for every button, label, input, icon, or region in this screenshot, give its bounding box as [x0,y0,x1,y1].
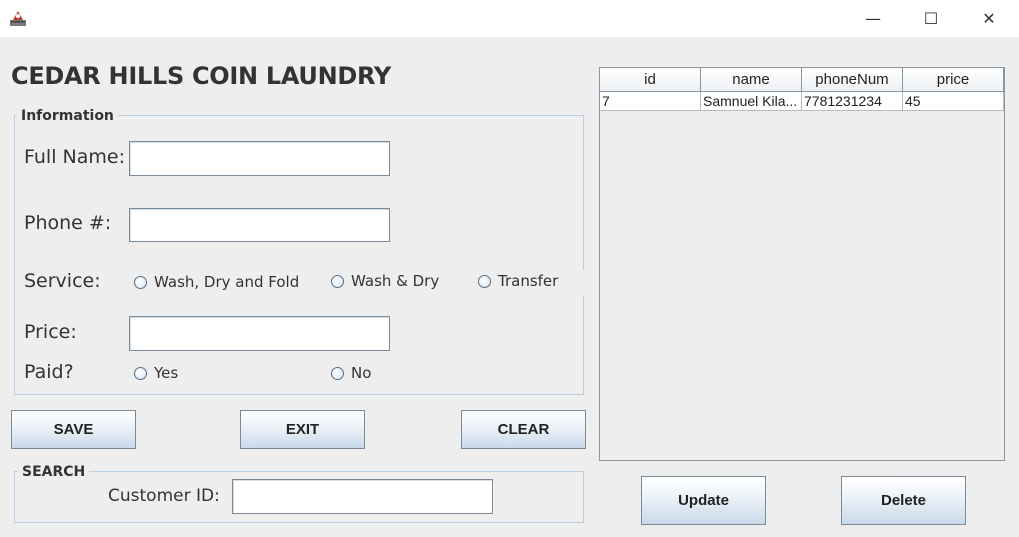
full-name-input[interactable] [129,141,390,176]
service-option-label: Transfer [498,272,559,290]
paid-yes-radio[interactable]: Yes [134,364,178,382]
column-header-price[interactable]: price [903,68,1004,92]
search-group-title: SEARCH [18,464,90,480]
customer-table[interactable]: id name phoneNum price 7 Samnuel Kila...… [599,67,1005,461]
service-wash-dry-radio[interactable]: Wash & Dry [331,272,439,290]
table-row[interactable]: 7 Samnuel Kila... 7781231234 45 [600,92,1004,111]
radio-unselected-icon [478,274,491,288]
radio-unselected-icon [134,366,147,380]
paid-option-label: No [351,364,372,382]
radio-unselected-icon [134,275,147,289]
table-cell-name: Samnuel Kila... [701,92,802,111]
table-header: id name phoneNum price [600,68,1004,92]
exit-button[interactable]: EXIT [240,410,365,449]
table-cell-phonenum: 7781231234 [802,92,903,111]
java-app-icon [8,8,28,28]
close-button[interactable]: ✕ [960,0,1018,37]
delete-button[interactable]: Delete [841,476,966,525]
column-header-phonenum[interactable]: phoneNum [802,68,903,92]
customer-id-label: Customer ID: [108,486,220,506]
service-option-label: Wash, Dry and Fold [154,273,300,291]
table-cell-price: 45 [903,92,1004,111]
column-header-id[interactable]: id [600,68,701,92]
table-cell-id: 7 [600,92,701,111]
window-title-bar: — ☐ ✕ [0,0,1019,37]
radio-unselected-icon [331,366,344,380]
maximize-icon: ☐ [923,9,939,28]
update-button[interactable]: Update [641,476,766,525]
minimize-icon: — [865,9,881,28]
price-input[interactable] [129,316,390,351]
full-name-label: Full Name: [24,146,125,168]
close-icon: ✕ [982,9,996,28]
minimize-button[interactable]: — [844,0,902,37]
radio-unselected-icon [331,274,344,288]
service-transfer-radio[interactable]: Transfer [478,272,558,290]
save-button[interactable]: SAVE [11,410,136,449]
app-title: CEDAR HILLS COIN LAUNDRY [11,62,391,90]
information-group-title: Information [17,108,118,124]
paid-label: Paid? [24,361,74,383]
maximize-button[interactable]: ☐ [902,0,960,37]
phone-input[interactable] [129,208,390,242]
column-header-name[interactable]: name [701,68,802,92]
customer-id-input[interactable] [232,479,493,514]
phone-label: Phone #: [24,212,112,234]
service-option-label: Wash & Dry [351,272,440,290]
clear-button[interactable]: CLEAR [461,410,586,449]
paid-no-radio[interactable]: No [331,364,371,382]
price-label: Price: [24,321,77,343]
service-wash-dry-fold-radio[interactable]: Wash, Dry and Fold [134,273,299,291]
paid-option-label: Yes [154,364,179,382]
